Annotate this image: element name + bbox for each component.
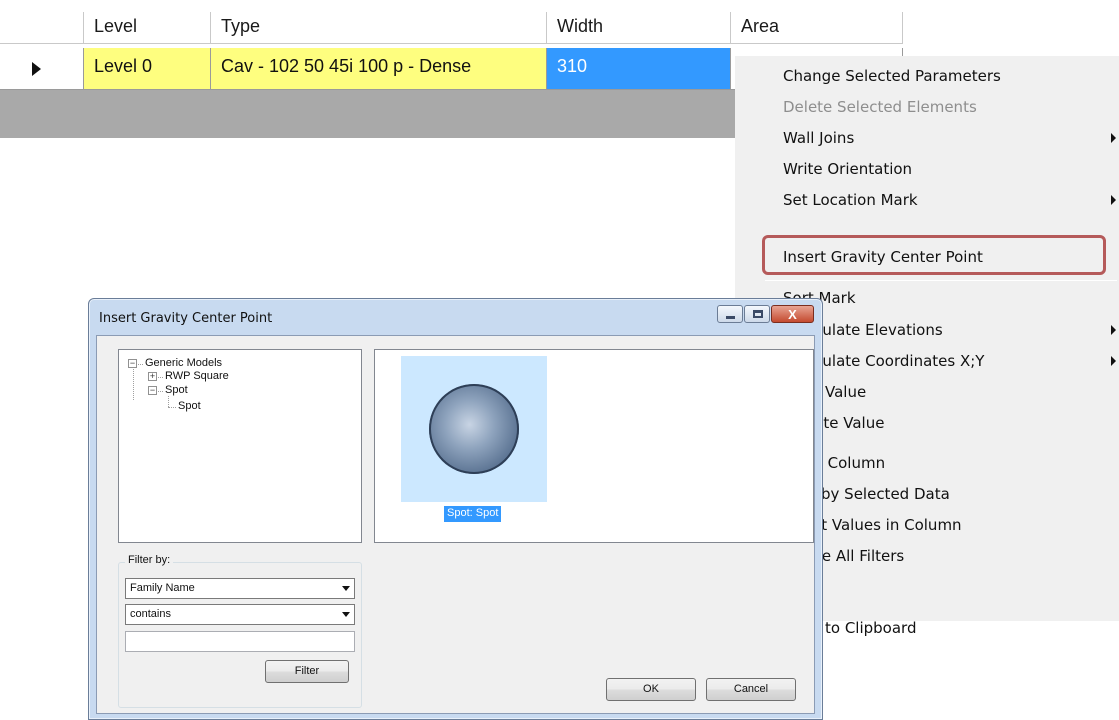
- chevron-down-icon: [342, 612, 350, 617]
- maximize-icon: [753, 310, 763, 318]
- filter-group: Family Name contains Filter: [118, 562, 362, 708]
- tree-node-spot-family[interactable]: Spot: [165, 384, 188, 396]
- family-tree-view[interactable]: − Generic Models + RWP Square − Spot Spo…: [118, 349, 362, 543]
- tree-node-spot-type[interactable]: Spot: [178, 400, 201, 412]
- dialog-body: − Generic Models + RWP Square − Spot Spo…: [96, 335, 815, 714]
- submenu-arrow-icon: [1111, 133, 1116, 143]
- row-header[interactable]: [0, 48, 84, 90]
- chevron-down-icon: [342, 586, 350, 591]
- collapse-toggle-icon[interactable]: −: [148, 386, 157, 395]
- filter-group-label: Filter by:: [125, 554, 174, 566]
- minimize-button[interactable]: [717, 305, 743, 323]
- close-button[interactable]: X: [771, 305, 814, 323]
- tree-connector: [158, 391, 163, 392]
- dialog-title: Insert Gravity Center Point: [99, 311, 273, 326]
- submenu-arrow-icon: [1111, 325, 1116, 335]
- menu-item-delete-selected-elements: Delete Selected Elements: [783, 98, 977, 116]
- column-header-type[interactable]: Type: [211, 12, 547, 44]
- cancel-button[interactable]: Cancel: [706, 678, 796, 701]
- type-thumbnail-caption[interactable]: Spot: Spot: [444, 506, 502, 522]
- tree-connector: [168, 396, 169, 407]
- filter-text-input[interactable]: [125, 631, 355, 652]
- filter-button[interactable]: Filter: [265, 660, 349, 683]
- maximize-button[interactable]: [744, 305, 770, 323]
- cell-width[interactable]: 310: [547, 48, 731, 90]
- ok-button[interactable]: OK: [606, 678, 696, 701]
- column-header-width[interactable]: Width: [547, 12, 731, 44]
- submenu-arrow-icon: [1111, 195, 1116, 205]
- submenu-arrow-icon: [1111, 356, 1116, 366]
- window-controls: X: [716, 305, 814, 325]
- filter-operator-select[interactable]: contains: [125, 604, 355, 625]
- insert-gravity-center-point-dialog: Insert Gravity Center Point X − Generic …: [88, 298, 823, 720]
- filter-field-select[interactable]: Family Name: [125, 578, 355, 599]
- menu-item-change-selected-parameters[interactable]: Change Selected Parameters: [783, 67, 1001, 95]
- current-row-arrow-icon: [32, 62, 41, 76]
- type-preview-pane: Spot: Spot: [374, 349, 814, 543]
- tree-connector: [138, 364, 143, 365]
- tree-connector: [158, 377, 163, 378]
- menu-highlight-frame: [762, 235, 1106, 275]
- cell-level[interactable]: Level 0: [84, 48, 211, 90]
- menu-item-calculate-elevations[interactable]: lculate Elevations: [783, 321, 1119, 349]
- column-header-level[interactable]: Level: [84, 12, 211, 44]
- collapse-toggle-icon[interactable]: −: [128, 359, 137, 368]
- close-icon: X: [788, 307, 797, 322]
- tree-node-rwp-square[interactable]: RWP Square: [165, 370, 229, 382]
- type-thumbnail[interactable]: [401, 356, 547, 502]
- grid-corner-cell: [0, 12, 84, 44]
- column-header-area[interactable]: Area: [731, 12, 903, 44]
- cell-type[interactable]: Cav - 102 50 45i 100 p - Dense: [211, 48, 547, 90]
- tree-connector: [168, 407, 176, 408]
- menu-item-set-location-mark[interactable]: Set Location Mark: [783, 191, 1119, 219]
- menu-separator: [765, 280, 1117, 281]
- expand-toggle-icon[interactable]: +: [148, 372, 157, 381]
- tree-connector: [133, 369, 134, 400]
- grid-header: Level Type Width Area: [0, 0, 903, 44]
- tree-node-generic-models[interactable]: Generic Models: [145, 357, 222, 369]
- minimize-icon: [726, 316, 735, 319]
- menu-item-calculate-coordinates[interactable]: lculate Coordinates X;Y: [783, 352, 1119, 380]
- sphere-icon: [429, 384, 519, 474]
- menu-item-write-orientation[interactable]: Write Orientation: [783, 160, 912, 188]
- menu-item-wall-joins[interactable]: Wall Joins: [783, 129, 1119, 157]
